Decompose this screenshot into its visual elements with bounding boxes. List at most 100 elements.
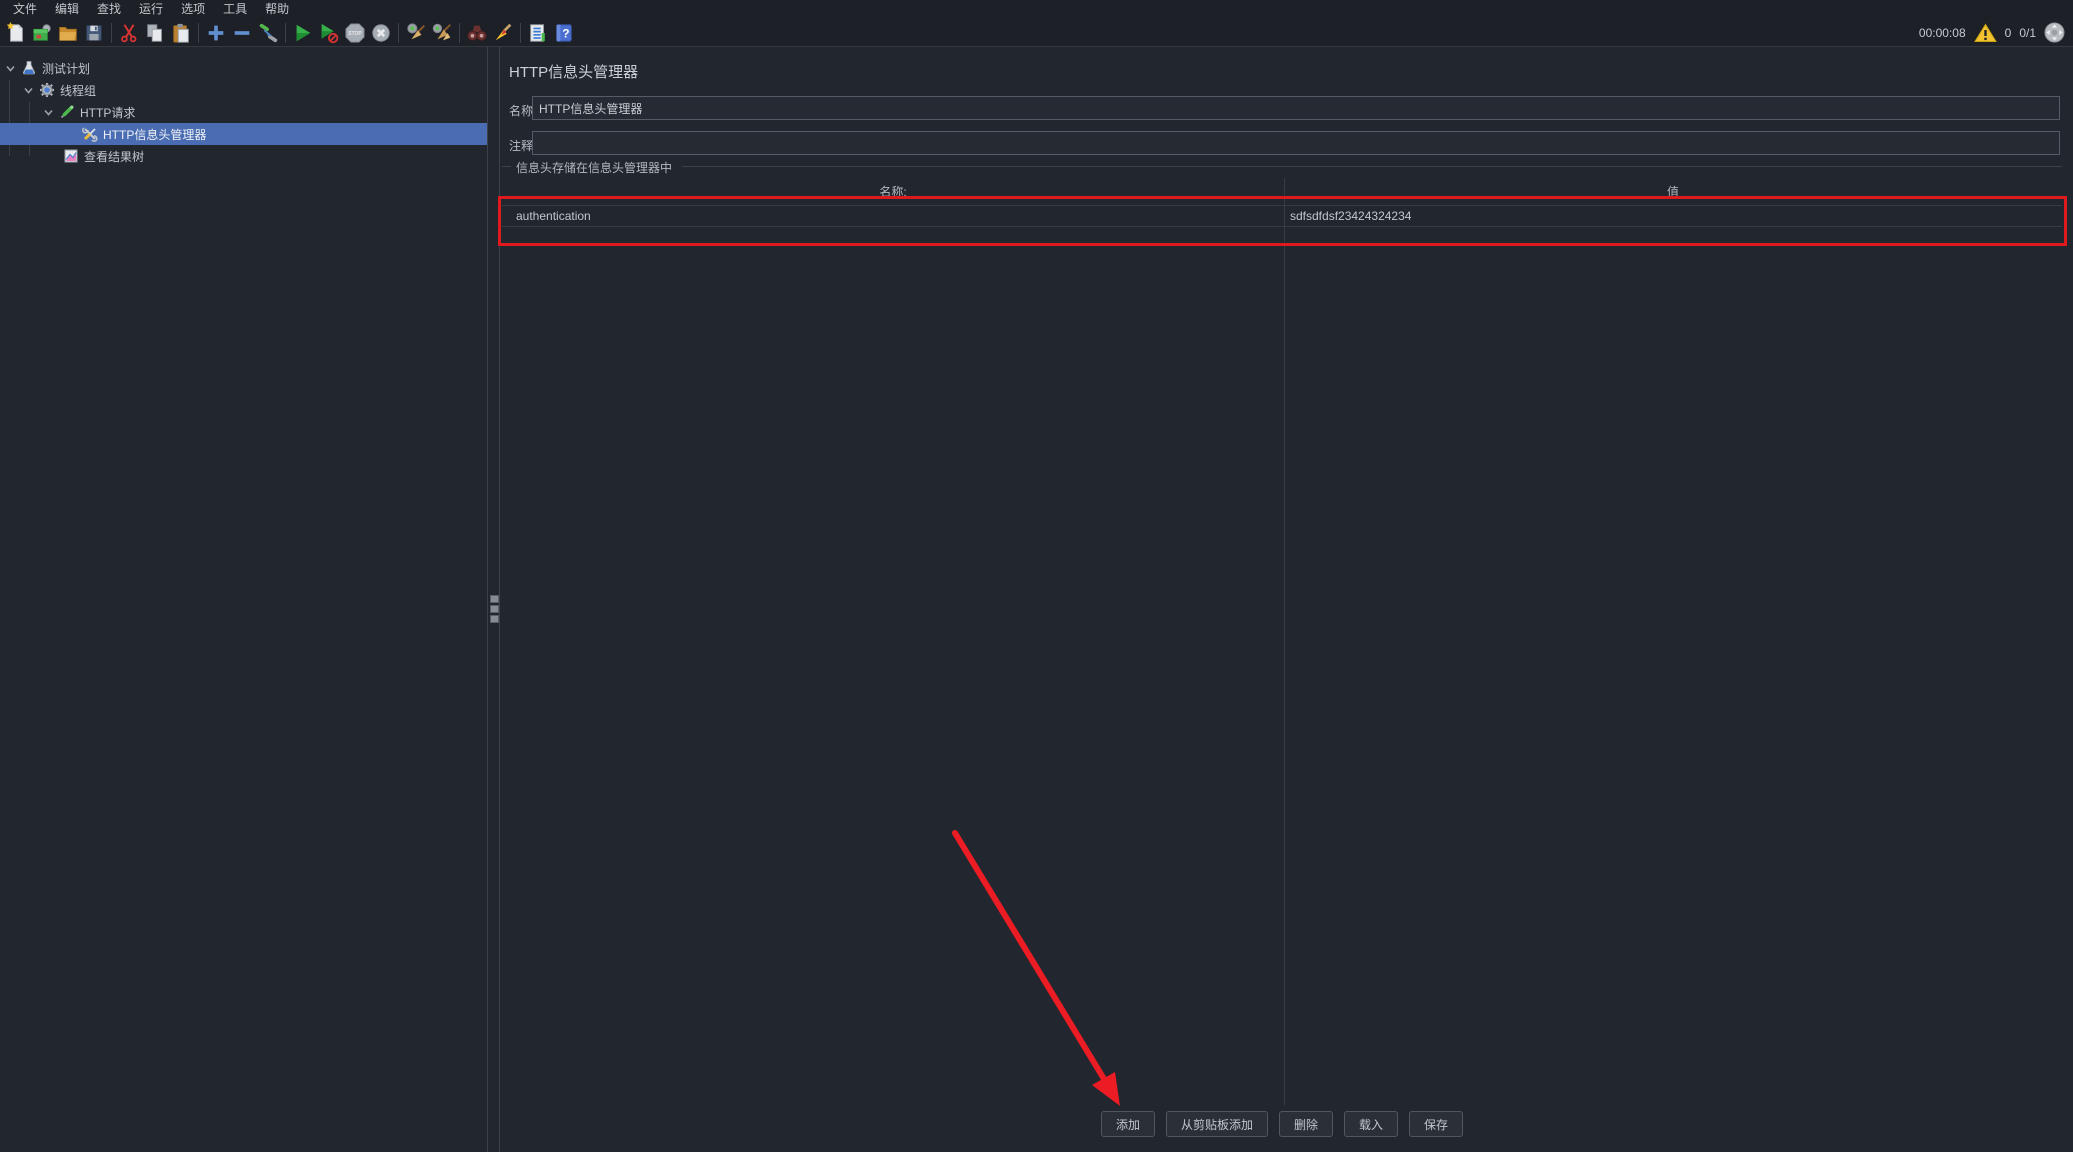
tree-node-header-manager[interactable]: HTTP信息头管理器: [0, 123, 487, 145]
chevron-down-icon[interactable]: [42, 106, 55, 119]
tree-node-http-request[interactable]: HTTP请求: [0, 101, 487, 123]
tree-node-view-results-tree[interactable]: 查看结果树: [0, 145, 487, 167]
error-count: 0: [2005, 26, 2012, 40]
cut-button[interactable]: [116, 20, 142, 46]
toolbar-separator: [285, 23, 286, 43]
chevron-down-icon[interactable]: [4, 62, 17, 75]
header-manager-panel: HTTP信息头管理器 名称: 注释: 信息头存储在信息头管理器中 名称: 值 a…: [500, 47, 2073, 1152]
splitter-grip[interactable]: [490, 595, 499, 603]
tree-node-label: 查看结果树: [84, 148, 144, 165]
toolbar-separator: [198, 23, 199, 43]
jmeter-window: 文件 编辑 查找 运行 选项 工具 帮助 STOP ?: [0, 0, 2073, 1152]
toolbar: STOP ? 00:00:08 0 0/1: [0, 19, 2073, 47]
save-button[interactable]: [81, 20, 107, 46]
group-border-right: [682, 166, 2062, 167]
menu-tools[interactable]: 工具: [214, 0, 256, 19]
table-header-value[interactable]: 值: [1284, 183, 2062, 200]
thread-group-icon: [39, 82, 55, 98]
menu-bar: 文件 编辑 查找 运行 选项 工具 帮助: [0, 0, 2073, 19]
add-element-button[interactable]: [203, 20, 229, 46]
clear-all-button[interactable]: [429, 20, 455, 46]
remove-element-button[interactable]: [229, 20, 255, 46]
page-title: HTTP信息头管理器: [509, 61, 638, 82]
function-helper-button[interactable]: [525, 20, 551, 46]
comment-input[interactable]: [532, 131, 2060, 155]
menu-file[interactable]: 文件: [4, 0, 46, 19]
tree-node-test-plan[interactable]: 测试计划: [0, 57, 487, 79]
tree-node-label: 测试计划: [42, 60, 90, 77]
toolbar-separator: [459, 23, 460, 43]
chevron-down-icon[interactable]: [22, 84, 35, 97]
group-border-left: [502, 166, 511, 167]
search-binoculars-icon: [466, 22, 488, 44]
warning-icon[interactable]: [1974, 23, 1997, 43]
menu-search[interactable]: 查找: [88, 0, 130, 19]
thread-count: 0/1: [2019, 26, 2036, 40]
minus-icon: [231, 22, 253, 44]
shutdown-x-icon: [370, 22, 392, 44]
toggle-icon: [257, 22, 279, 44]
table-cell-header-value[interactable]: sdfsdfdsf23424324234: [1290, 209, 1411, 223]
stop-button[interactable]: STOP: [342, 20, 368, 46]
tree-node-label: HTTP请求: [80, 104, 135, 121]
save-icon: [83, 22, 105, 44]
table-column-divider[interactable]: [1284, 178, 1285, 1105]
open-folder-icon: [57, 22, 79, 44]
add-button[interactable]: 添加: [1101, 1111, 1155, 1137]
toolbar-separator: [520, 23, 521, 43]
add-from-clipboard-button[interactable]: 从剪贴板添加: [1166, 1111, 1268, 1137]
open-button[interactable]: [55, 20, 81, 46]
load-button[interactable]: 载入: [1344, 1111, 1398, 1137]
start-no-pauses-button[interactable]: [316, 20, 342, 46]
search-button[interactable]: [464, 20, 490, 46]
menu-run[interactable]: 运行: [130, 0, 172, 19]
clear-button[interactable]: [403, 20, 429, 46]
panel-splitter[interactable]: [487, 47, 500, 1152]
paste-clipboard-icon: [170, 22, 192, 44]
headers-group-title: 信息头存储在信息头管理器中: [513, 159, 675, 176]
shutdown-button[interactable]: [368, 20, 394, 46]
new-plan-button[interactable]: [3, 20, 29, 46]
threads-sphere-icon: [2044, 22, 2065, 43]
templates-button[interactable]: [29, 20, 55, 46]
elapsed-timer: 00:00:08: [1919, 26, 1966, 40]
menu-edit[interactable]: 编辑: [46, 0, 88, 19]
toolbar-separator: [111, 23, 112, 43]
copy-button[interactable]: [142, 20, 168, 46]
delete-button[interactable]: 删除: [1279, 1111, 1333, 1137]
svg-text:STOP: STOP: [348, 31, 362, 37]
status-area: 00:00:08 0 0/1: [1919, 22, 2073, 43]
start-no-pauses-icon: [318, 22, 340, 44]
http-request-icon: [59, 104, 75, 120]
table-grid-line: [502, 205, 2062, 206]
menu-help[interactable]: 帮助: [256, 0, 298, 19]
test-plan-icon: [21, 60, 37, 76]
clear-broom-icon: [405, 22, 427, 44]
copy-icon: [144, 22, 166, 44]
search-reset-brush-icon: [492, 22, 514, 44]
start-play-icon: [292, 22, 314, 44]
start-button[interactable]: [290, 20, 316, 46]
tree-node-label: 线程组: [60, 82, 96, 99]
search-reset-button[interactable]: [490, 20, 516, 46]
paste-button[interactable]: [168, 20, 194, 46]
plus-icon: [205, 22, 227, 44]
name-input[interactable]: [532, 96, 2060, 120]
tree-node-label: HTTP信息头管理器: [103, 126, 206, 143]
new-file-icon: [5, 22, 27, 44]
templates-icon: [31, 22, 53, 44]
table-button-bar: 添加 从剪贴板添加 删除 载入 保存: [502, 1111, 2062, 1137]
table-cell-header-name[interactable]: authentication: [516, 209, 591, 223]
header-manager-icon: [82, 126, 98, 142]
table-grid-line: [502, 226, 2062, 227]
save-table-button[interactable]: 保存: [1409, 1111, 1463, 1137]
toggle-button[interactable]: [255, 20, 281, 46]
clear-all-brooms-icon: [431, 22, 453, 44]
tree-node-thread-group[interactable]: 线程组: [0, 79, 487, 101]
function-helper-icon: [527, 22, 549, 44]
splitter-grip[interactable]: [490, 615, 499, 623]
menu-options[interactable]: 选项: [172, 0, 214, 19]
help-button[interactable]: ?: [551, 20, 577, 46]
table-header-name[interactable]: 名称:: [502, 183, 1284, 200]
splitter-grip[interactable]: [490, 605, 499, 613]
